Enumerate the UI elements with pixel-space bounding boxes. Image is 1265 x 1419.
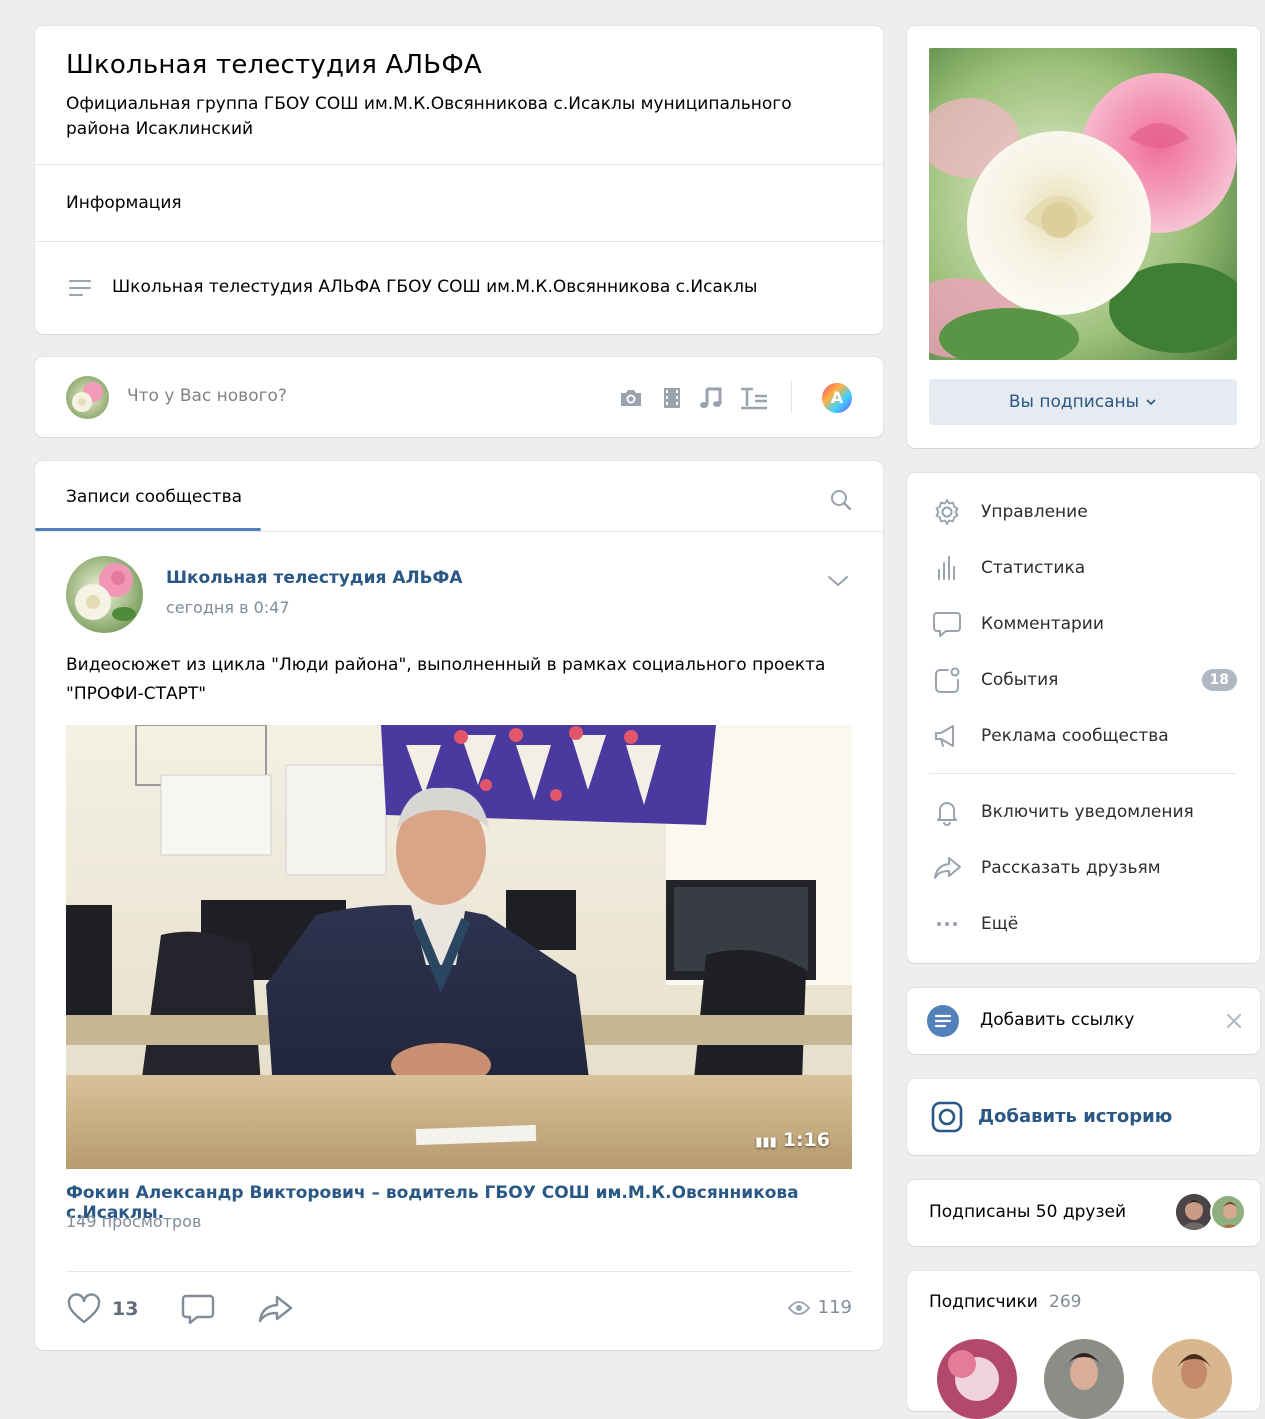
video-player[interactable]: ▮▮▮ 1:16	[66, 725, 852, 1169]
comment-button[interactable]	[181, 1293, 215, 1325]
add-link-card: Добавить ссылку	[907, 988, 1260, 1054]
views-count: 119	[817, 1297, 852, 1318]
menu-item-label: События	[981, 670, 1059, 690]
signal-icon: ▮▮▮	[755, 1135, 777, 1150]
music-icon[interactable]	[697, 384, 725, 412]
divider	[35, 241, 883, 242]
subscribers-card[interactable]: Подписчики 269	[907, 1271, 1260, 1419]
like-button[interactable]: 13	[66, 1293, 138, 1325]
chevron-down-icon[interactable]	[827, 574, 849, 588]
avatar	[1176, 1194, 1212, 1230]
add-story-button[interactable]: Добавить историю	[978, 1106, 1172, 1127]
camera-icon[interactable]	[617, 384, 645, 412]
divider	[66, 1271, 852, 1272]
comment-icon	[181, 1294, 215, 1325]
gear-icon	[931, 496, 963, 528]
menu-item-label: Рассказать друзьям	[981, 858, 1161, 878]
group-description: Официальная группа ГБОУ СОШ им.М.К.Овсян…	[66, 94, 792, 139]
ai-label: A	[830, 388, 844, 407]
menu-item-label: Реклама сообщества	[981, 726, 1169, 746]
post-text: Видеосюжет из цикла "Люди района", выпол…	[66, 655, 826, 704]
wall-card: Записи сообщества Школьная телестудия АЛ…	[35, 461, 883, 1350]
comment-icon	[931, 608, 963, 640]
instagram-camera-icon	[931, 1101, 963, 1133]
friends-subscribed-label: Подписаны 50 друзей	[929, 1202, 1126, 1222]
chevron-down-icon	[1146, 399, 1156, 406]
info-description: Школьная телестудия АЛЬФА ГБОУ СОШ им.М.…	[112, 277, 758, 297]
bell-icon	[931, 796, 963, 828]
menu-item-comments[interactable]: Комментарии	[931, 604, 1237, 644]
post-author-avatar[interactable]	[66, 556, 143, 633]
search-icon[interactable]	[830, 489, 852, 511]
menu-item-stats[interactable]: Статистика	[931, 548, 1237, 588]
add-story-card[interactable]: Добавить историю	[907, 1079, 1260, 1155]
megaphone-icon	[931, 720, 963, 752]
divider	[35, 531, 883, 532]
menu-item-events[interactable]: События 18	[931, 660, 1237, 700]
menu-item-label: Управление	[981, 502, 1088, 522]
like-count: 13	[112, 1298, 139, 1320]
menu-item-label: Включить уведомления	[981, 802, 1194, 822]
stats-icon	[931, 552, 963, 584]
avatar[interactable]	[1044, 1339, 1124, 1419]
avatar	[66, 376, 109, 419]
video-icon[interactable]	[658, 384, 686, 412]
page-title: Школьная телестудия АЛЬФА	[66, 50, 482, 80]
post-author-link[interactable]: Школьная телестудия АЛЬФА	[166, 568, 463, 588]
menu-item-more[interactable]: Ещё	[931, 904, 1237, 944]
group-actions-menu: Управление Статистика Комментарии Событи…	[907, 473, 1260, 963]
events-icon	[931, 664, 963, 696]
subscribers-label: Подписчики	[929, 1292, 1038, 1312]
events-count-badge: 18	[1201, 669, 1237, 691]
subscribed-label: Вы подписаны	[1008, 392, 1140, 412]
heart-icon	[67, 1293, 101, 1324]
info-tab[interactable]: Информация	[66, 193, 182, 213]
post-views: 119	[787, 1297, 852, 1318]
text-icon[interactable]	[739, 384, 767, 412]
friends-subscribed-card[interactable]: Подписаны 50 друзей	[907, 1180, 1260, 1246]
info-lines-icon	[68, 278, 92, 298]
share-icon	[931, 852, 963, 884]
avatar[interactable]	[937, 1339, 1017, 1419]
group-cover-card: Вы подписаны	[907, 26, 1260, 448]
menu-item-share[interactable]: Рассказать друзьям	[931, 848, 1237, 888]
add-link-button[interactable]: Добавить ссылку	[980, 1010, 1134, 1030]
menu-item-notifications[interactable]: Включить уведомления	[931, 792, 1237, 832]
composer-input[interactable]: Что у Вас нового?	[127, 386, 287, 406]
video-duration: 1:16	[782, 1129, 830, 1151]
link-list-icon	[927, 1005, 959, 1037]
avatar[interactable]	[1152, 1339, 1232, 1419]
post-composer: Что у Вас нового? A	[35, 357, 883, 437]
divider	[35, 164, 883, 165]
share-button[interactable]	[257, 1293, 295, 1325]
group-avatar-image[interactable]	[929, 48, 1237, 360]
tab-community-posts[interactable]: Записи сообщества	[66, 487, 242, 507]
more-icon	[931, 908, 963, 940]
post-timestamp[interactable]: сегодня в 0:47	[166, 598, 290, 617]
group-header-card: Школьная телестудия АЛЬФА Официальная гр…	[35, 26, 883, 334]
menu-item-label: Комментарии	[981, 614, 1104, 634]
subscribers-count: 269	[1049, 1292, 1082, 1312]
subscribed-button[interactable]: Вы подписаны	[929, 379, 1237, 425]
menu-item-label: Статистика	[981, 558, 1086, 578]
menu-item-ads[interactable]: Реклама сообщества	[931, 716, 1237, 756]
ai-avatar-icon[interactable]: A	[821, 382, 853, 414]
video-thumbnail	[66, 725, 852, 1169]
divider	[929, 773, 1237, 774]
video-duration-badge: ▮▮▮ 1:16	[755, 1129, 830, 1151]
video-views: 149 просмотров	[66, 1212, 202, 1231]
menu-item-label: Ещё	[981, 914, 1019, 934]
menu-item-manage[interactable]: Управление	[931, 492, 1237, 532]
share-arrow-icon	[258, 1295, 293, 1323]
toolbar-separator	[791, 381, 792, 413]
eye-icon	[787, 1300, 810, 1315]
close-icon[interactable]	[1225, 1012, 1243, 1030]
avatar	[1210, 1194, 1246, 1230]
